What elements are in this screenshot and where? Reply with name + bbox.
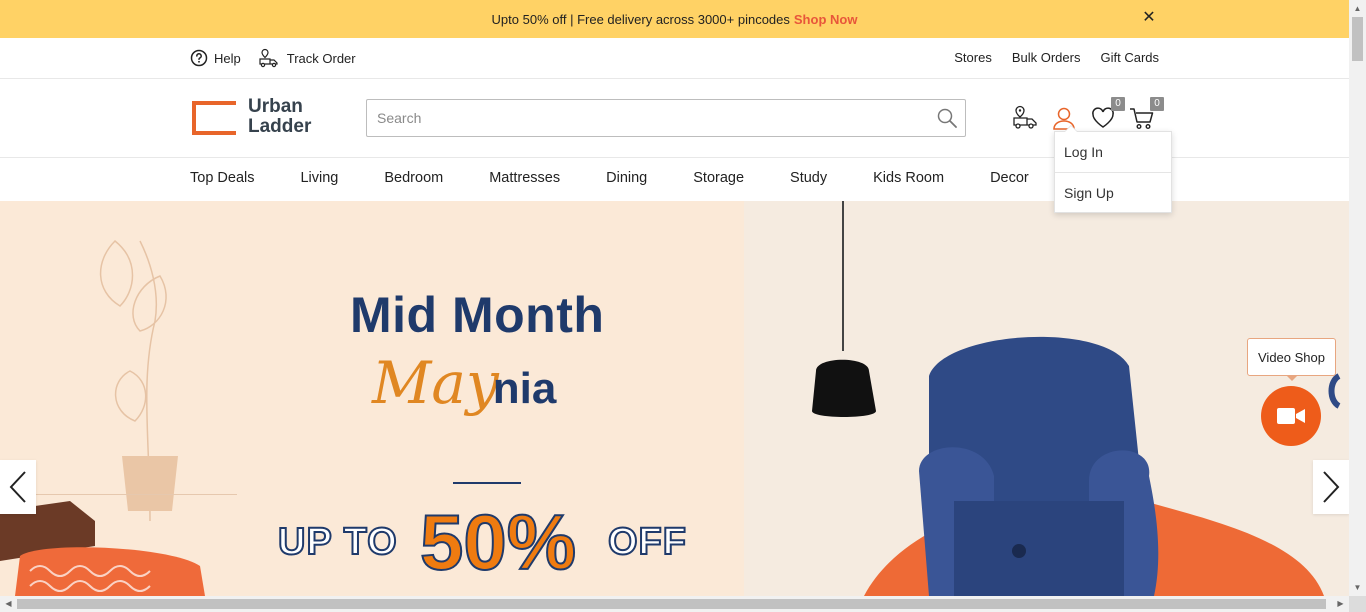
carousel-next-button[interactable] [1313,460,1349,514]
shop-now-link[interactable]: Shop Now [794,12,858,27]
chevron-right-icon [1323,471,1340,503]
carousel-prev-button[interactable] [0,460,36,514]
login-option[interactable]: Log In [1055,132,1171,172]
header-icons: 0 0 [1012,97,1164,131]
video-shop-button[interactable] [1261,386,1321,446]
truck-location-icon [259,48,278,68]
bulk-orders-link[interactable]: Bulk Orders [1012,50,1081,65]
wishlist-count-badge: 0 [1111,97,1125,111]
video-shop-label[interactable]: Video Shop [1247,338,1336,381]
cart-button[interactable]: 0 [1129,97,1164,131]
help-label: Help [214,50,241,66]
hero-off: OFF [607,520,687,564]
gift-cards-link[interactable]: Gift Cards [1100,50,1159,65]
nav-item-living[interactable]: Living [300,170,338,186]
scroll-down-arrow-icon[interactable]: ▼ [1349,579,1366,596]
video-camera-icon [1277,408,1305,424]
nav-item-bedroom[interactable]: Bedroom [384,170,443,186]
furniture-illustration [0,501,205,596]
horizontal-scroll-thumb[interactable] [17,599,1326,609]
account-dropdown: Log In Sign Up [1054,125,1172,213]
promo-banner: Upto 50% off | Free delivery across 3000… [0,0,1349,38]
vertical-scroll-thumb[interactable] [1352,17,1363,61]
track-order-button[interactable] [1012,105,1038,131]
help-icon [190,49,208,67]
nav-item-dining[interactable]: Dining [606,170,647,186]
plant-illustration [99,239,178,521]
search-icon[interactable] [929,107,965,129]
nav-item-decor[interactable]: Decor [990,170,1029,186]
nav-item-kids-room[interactable]: Kids Room [873,170,944,186]
cart-count-badge: 0 [1150,97,1164,111]
chevron-left-icon [9,471,26,503]
search-input[interactable] [367,100,929,136]
hero-left-panel: Mid Month Maynia UP TO 50% OFF [0,201,744,596]
hero-right-panel [744,201,1349,596]
hero-subheadline: Maynia [372,349,556,417]
hero-script-word: May [372,349,499,417]
hero-upto: UP TO [277,520,398,564]
promo-text: Upto 50% off | Free delivery across 3000… [491,11,790,27]
urban-ladder-logo[interactable]: Urban Ladder [190,97,311,137]
recliner-illustration [812,201,1341,596]
hero-word-suffix: nia [492,364,557,413]
track-order-label: Track Order [286,50,356,66]
stores-link[interactable]: Stores [954,50,992,65]
scroll-right-arrow-icon[interactable]: ▶ [1332,596,1349,612]
hero-discount: 50% [419,497,577,587]
vertical-scrollbar[interactable]: ▲ ▼ [1349,0,1366,596]
help-link[interactable]: Help [190,49,241,67]
horizontal-scrollbar[interactable]: ◀ ▶ [0,596,1349,612]
hero-headline: Mid Month [350,287,605,343]
logo-line-2: Ladder [248,116,312,137]
wishlist-button[interactable]: 0 [1090,97,1125,131]
logo-line-1: Urban [248,96,303,117]
delivery-truck-icon [1013,105,1037,129]
signup-option[interactable]: Sign Up [1055,172,1171,212]
scroll-left-arrow-icon[interactable]: ◀ [0,596,17,612]
scroll-up-arrow-icon[interactable]: ▲ [1349,0,1366,17]
nav-item-mattresses[interactable]: Mattresses [489,170,560,186]
scrollbar-corner [1349,596,1366,612]
logo-mark-icon [192,101,236,135]
page-viewport: Upto 50% off | Free delivery across 3000… [0,0,1349,596]
track-order-link[interactable]: Track Order [259,48,356,68]
close-icon[interactable]: ✕ [1140,9,1158,27]
search-box [366,99,966,137]
nav-item-study[interactable]: Study [790,170,827,186]
hero-banner[interactable]: Mid Month Maynia UP TO 50% OFF [0,201,1349,596]
nav-item-storage[interactable]: Storage [693,170,744,186]
nav-item-top-deals[interactable]: Top Deals [190,170,254,186]
hero-divider [453,482,521,484]
utility-bar: Help Track Order Stores Bulk Orders Gift… [0,38,1349,79]
